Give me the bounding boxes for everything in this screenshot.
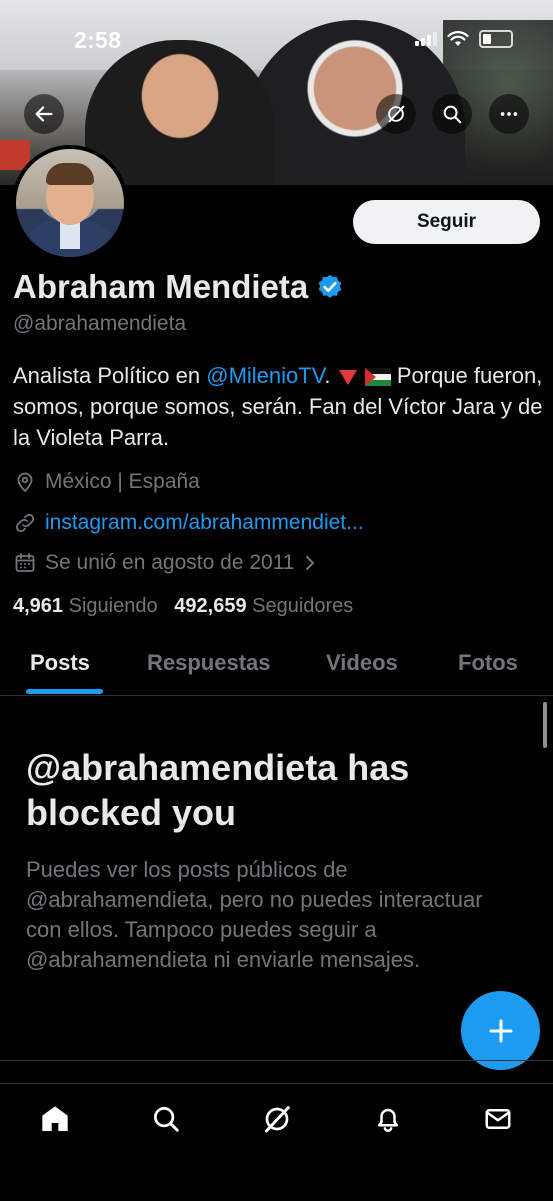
messages-icon	[485, 1109, 511, 1129]
scrollbar[interactable]	[543, 702, 547, 748]
content-divider	[0, 1060, 553, 1061]
profile-handle: @abrahamendieta	[13, 312, 187, 335]
active-tab-indicator	[26, 689, 103, 694]
nav-home[interactable]	[38, 1102, 72, 1136]
bottom-nav	[0, 1083, 553, 1201]
home-icon	[42, 1106, 68, 1131]
back-arrow-icon	[35, 106, 53, 122]
link-icon	[15, 513, 35, 533]
grok-icon	[388, 105, 405, 123]
website-link[interactable]: instagram.com/abrahammendiet...	[45, 511, 364, 535]
compose-button[interactable]	[461, 991, 540, 1070]
blocked-title: @abrahamendieta has blocked you	[26, 747, 410, 833]
wifi-icon	[447, 31, 469, 46]
grok-button[interactable]	[376, 94, 416, 134]
followers-link[interactable]: 492,659 Seguidores	[174, 595, 353, 617]
profile-name: Abraham Mendieta	[13, 268, 309, 305]
status-bar: 2:58	[0, 0, 553, 80]
joined-text: Se unió en agosto de 2011	[45, 551, 295, 574]
following-label: Siguiendo	[68, 595, 158, 617]
tab-photos[interactable]: Fotos	[458, 650, 518, 676]
more-button[interactable]	[489, 94, 529, 134]
location-text: México | España	[45, 470, 200, 493]
grok-icon	[264, 1106, 290, 1133]
followers-count: 492,659	[174, 595, 247, 617]
search-button[interactable]	[432, 94, 472, 134]
tab-videos[interactable]: Videos	[326, 650, 398, 676]
bio-suffix-1: .	[324, 363, 337, 388]
profile-joined[interactable]: Se unió en agosto de 2011	[13, 551, 317, 575]
bio-prefix: Analista Político en	[13, 363, 207, 388]
avatar[interactable]	[12, 145, 128, 261]
search-icon	[443, 105, 462, 124]
palestine-flag-icon	[364, 368, 391, 387]
follow-counts: 4,961 Siguiendo 492,659 Seguidores	[13, 595, 353, 618]
location-pin-icon	[17, 472, 33, 493]
profile-bio: Analista Político en @MilenioTV. Porque …	[13, 360, 543, 453]
tab-replies[interactable]: Respuestas	[147, 650, 271, 676]
battery-icon	[479, 30, 513, 48]
following-link[interactable]: 4,961 Siguiendo	[13, 595, 158, 617]
verified-badge-icon[interactable]	[316, 273, 344, 301]
blocked-description: Puedes ver los posts públicos de @abraha…	[26, 857, 483, 972]
nav-grok[interactable]	[260, 1102, 294, 1136]
signal-icon	[415, 32, 437, 46]
profile-name-row: Abraham Mendieta	[13, 268, 344, 306]
plus-icon	[489, 1019, 512, 1042]
follow-button[interactable]: Seguir	[353, 200, 540, 244]
more-icon	[500, 112, 518, 116]
status-time: 2:58	[74, 27, 122, 53]
following-count: 4,961	[13, 595, 64, 617]
profile-location: México | España	[13, 470, 200, 494]
notifications-icon	[378, 1108, 398, 1132]
calendar-icon	[15, 553, 35, 572]
nav-search[interactable]	[149, 1102, 183, 1136]
chevron-right-icon	[305, 556, 314, 570]
nav-notifications[interactable]	[371, 1102, 405, 1136]
nav-messages[interactable]	[481, 1102, 515, 1136]
profile-tabs: Posts Respuestas Videos Fotos	[0, 640, 553, 696]
followers-label: Seguidores	[252, 595, 354, 617]
tab-posts[interactable]: Posts	[30, 650, 90, 676]
bio-mention-link[interactable]: @MilenioTV	[206, 363, 324, 388]
search-icon	[154, 1107, 179, 1132]
profile-website[interactable]: instagram.com/abrahammendiet...	[13, 511, 364, 535]
back-button[interactable]	[24, 94, 64, 134]
red-triangle-emoji-icon	[338, 370, 357, 386]
